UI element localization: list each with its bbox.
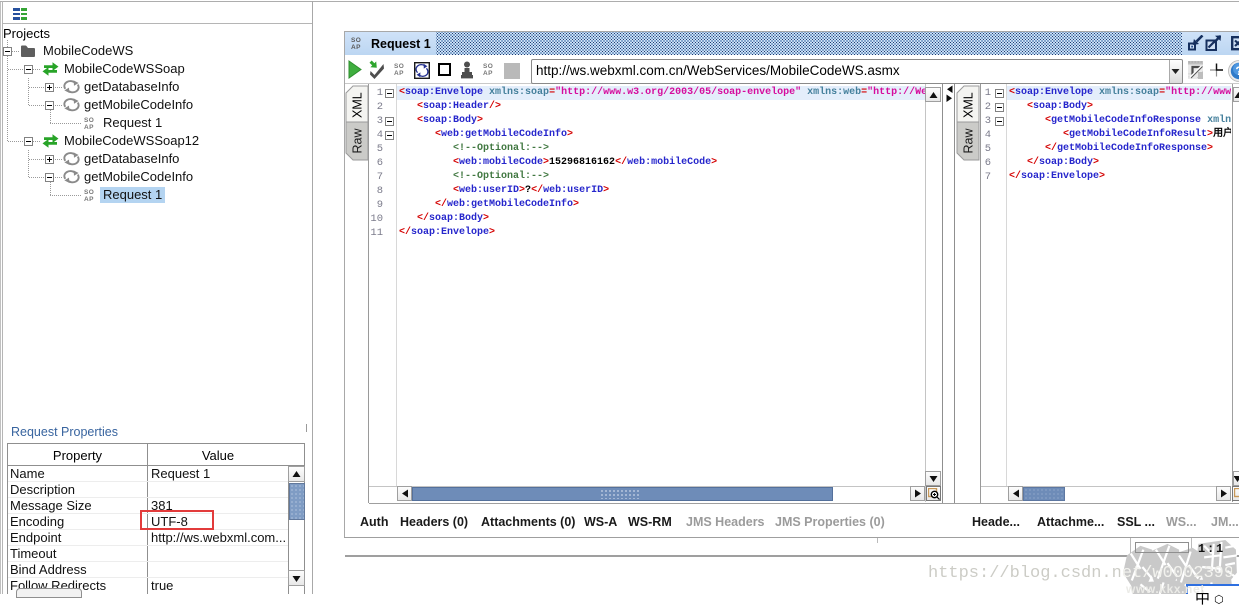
svg-text:XML: XML — [351, 92, 365, 118]
svg-text:XML: XML — [962, 92, 976, 118]
svg-text:Raw: Raw — [962, 128, 976, 154]
svg-text:Raw: Raw — [351, 128, 365, 154]
svg-text:?: ? — [1235, 64, 1239, 78]
